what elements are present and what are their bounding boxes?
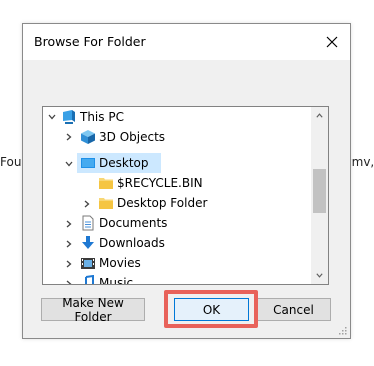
documents-icon	[82, 215, 94, 231]
this-pc-icon	[63, 110, 75, 124]
close-icon	[326, 36, 338, 48]
expander-documents[interactable]	[63, 218, 75, 230]
vertical-scrollbar[interactable]	[311, 107, 328, 284]
tree-item-documents[interactable]: Documents	[99, 213, 167, 233]
folder-icon	[99, 198, 113, 209]
movies-icon	[81, 258, 95, 269]
chevron-right-icon	[66, 220, 72, 228]
ok-button-highlight	[164, 290, 258, 328]
chevron-right-icon	[66, 260, 72, 268]
tree-item-recycle-bin[interactable]: $RECYCLE.BIN	[117, 173, 203, 193]
tree-item-downloads[interactable]: Downloads	[99, 233, 165, 253]
scroll-thumb[interactable]	[313, 169, 326, 213]
tree-item-3d-objects[interactable]: 3D Objects	[99, 127, 165, 147]
chevron-down-icon	[65, 161, 73, 167]
expander-downloads[interactable]	[63, 238, 75, 250]
close-button[interactable]	[314, 24, 350, 60]
expander-this-pc[interactable]	[46, 111, 58, 123]
tree-item-desktop-folder[interactable]: Desktop Folder	[117, 193, 207, 213]
chevron-up-icon	[316, 113, 323, 118]
chevron-down-icon	[316, 273, 323, 278]
expander-desktop-folder[interactable]	[81, 198, 93, 210]
chevron-right-icon	[66, 240, 72, 248]
expander-music[interactable]	[63, 278, 75, 284]
scroll-up-button[interactable]	[311, 107, 328, 124]
chevron-right-icon	[66, 280, 72, 284]
make-new-folder-button[interactable]: Make New Folder	[41, 296, 145, 324]
chevron-down-icon	[48, 114, 56, 120]
folder-icon	[99, 178, 113, 189]
expander-3d-objects[interactable]	[63, 131, 75, 143]
downloads-icon	[82, 236, 94, 249]
chevron-right-icon	[66, 133, 72, 141]
desktop-icon	[81, 158, 95, 168]
chevron-right-icon	[84, 200, 90, 208]
cancel-button[interactable]: Cancel	[256, 298, 331, 321]
resize-grip-icon[interactable]	[338, 326, 348, 336]
music-icon	[85, 275, 94, 284]
expander-desktop[interactable]	[63, 158, 75, 170]
tree-item-movies[interactable]: Movies	[99, 253, 141, 273]
3d-objects-icon	[81, 130, 95, 144]
scroll-down-button[interactable]	[311, 267, 328, 284]
expander-movies[interactable]	[63, 258, 75, 270]
folder-tree[interactable]: This PC 3D Objects Desktop $RECYCLE.BIN …	[42, 106, 329, 285]
title-bar: Browse For Folder	[23, 24, 350, 60]
tree-item-this-pc[interactable]: This PC	[80, 107, 124, 127]
dialog-title: Browse For Folder	[34, 34, 146, 49]
tree-item-music[interactable]: Music	[99, 273, 133, 284]
tree-item-desktop[interactable]: Desktop	[99, 153, 149, 173]
